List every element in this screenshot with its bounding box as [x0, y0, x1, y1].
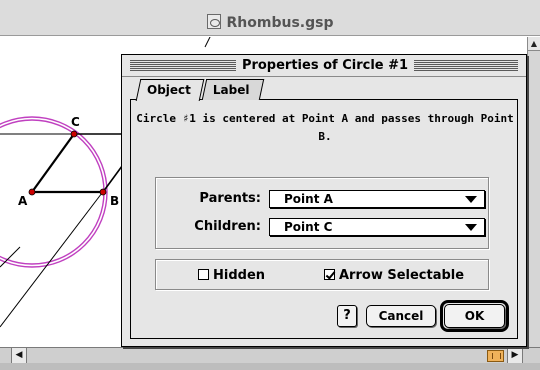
cancel-button[interactable]: Cancel	[366, 305, 436, 327]
hidden-checkbox[interactable]: Hidden	[198, 268, 265, 283]
titlebar-stripes-left	[130, 60, 236, 72]
segment-ac[interactable]	[31, 133, 75, 193]
window-title: Rhombus.gsp	[0, 14, 540, 31]
tab-object-label: Object	[147, 83, 191, 97]
point-b-label: B	[110, 194, 119, 208]
arrow-selectable-label: Arrow Selectable	[339, 268, 465, 283]
help-button[interactable]: ?	[337, 305, 357, 327]
children-popup[interactable]: Point C	[269, 218, 485, 236]
window-title-text: Rhombus.gsp	[226, 15, 334, 31]
tab-label[interactable]: Label	[201, 79, 265, 100]
point-a-label: A	[18, 194, 28, 208]
arrow-selectable-checkbox-box[interactable]	[324, 269, 335, 280]
children-label: Children:	[194, 219, 261, 234]
dialog-titlebar[interactable]: Properties of Circle #1	[122, 55, 526, 77]
ok-button[interactable]: OK	[444, 304, 505, 328]
window-titlebar[interactable]: Rhombus.gsp	[0, 0, 540, 36]
properties-dialog: Properties of Circle #1 Object Label Cir…	[121, 54, 527, 347]
titlebar-stripes-right	[414, 60, 518, 72]
hidden-checkbox-box[interactable]	[198, 269, 209, 280]
tab-panel-object: Circle ♯1 is centered at Point A and pas…	[130, 99, 518, 339]
horizontal-scrollbar[interactable]: ◀ ▶	[0, 347, 540, 363]
parents-label: Parents:	[199, 191, 261, 206]
hidden-label: Hidden	[213, 268, 266, 283]
scroll-left-arrow-icon[interactable]: ◀	[11, 348, 27, 363]
point-b[interactable]	[99, 188, 107, 196]
tab-object[interactable]: Object	[135, 79, 205, 101]
point-a[interactable]	[28, 188, 36, 196]
scroll-right-arrow-icon[interactable]: ▶	[507, 348, 523, 363]
options-group: Hidden Arrow Selectable	[155, 259, 489, 290]
point-c-label: C	[71, 115, 80, 129]
scroll-up-arrow-icon[interactable]: ▲	[528, 37, 540, 51]
parents-value: Point A	[284, 192, 333, 206]
line-lower-left[interactable]	[0, 188, 106, 328]
chevron-down-icon	[465, 196, 477, 203]
sketch-document-icon	[206, 14, 221, 29]
parents-popup[interactable]: Point A	[269, 190, 485, 208]
point-c[interactable]	[70, 130, 78, 138]
vertical-scrollbar[interactable]: ▲	[527, 37, 540, 347]
line-top[interactable]	[204, 37, 212, 48]
children-value: Point C	[284, 220, 333, 234]
tab-label-label: Label	[212, 83, 250, 97]
chevron-down-icon	[465, 224, 477, 231]
scroll-thumb[interactable]	[487, 350, 504, 362]
relations-group: Parents: Point A Children: Point C	[155, 177, 489, 249]
object-description: Circle ♯1 is centered at Point A and pas…	[136, 112, 514, 143]
arrow-selectable-checkbox[interactable]: Arrow Selectable	[324, 268, 464, 283]
window-bottom-edge	[0, 363, 540, 370]
dialog-title: Properties of Circle #1	[241, 58, 409, 73]
